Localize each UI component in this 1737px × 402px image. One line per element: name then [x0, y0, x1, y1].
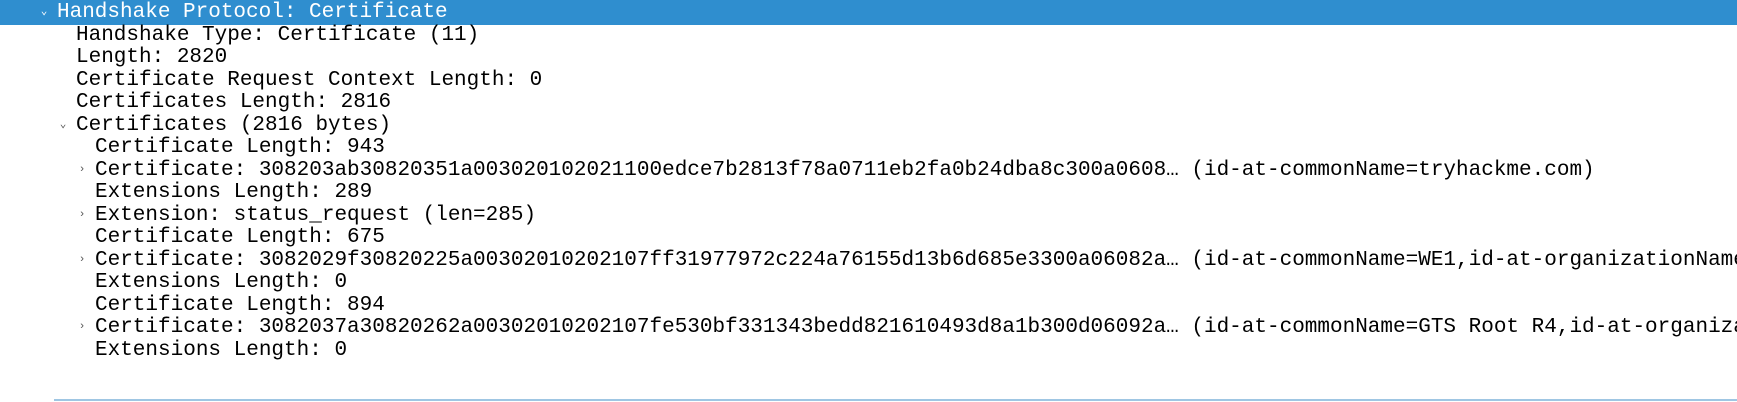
- tree-row-label: Certificates (2816 bytes): [76, 113, 392, 137]
- tree-row-certificates[interactable]: ⌄ Certificates (2816 bytes): [0, 113, 1737, 138]
- tree-row-request-context-length[interactable]: Certificate Request Context Length: 0: [0, 68, 1737, 93]
- packet-details-tree: ⌄ Handshake Protocol: Certificate Handsh…: [0, 0, 1737, 402]
- tree-row-label: Certificates Length: 2816: [76, 91, 392, 114]
- chevron-right-icon[interactable]: ›: [76, 315, 88, 340]
- tree-row-extensions-length[interactable]: Extensions Length: 0: [0, 270, 1737, 295]
- chevron-right-icon[interactable]: ›: [76, 248, 88, 273]
- tree-row-extension[interactable]: › Extension: status_request (len=285): [0, 203, 1737, 228]
- tree-row-label: Certificate: 3082037a30820262a0030201020…: [95, 316, 1737, 339]
- tree-row-extensions-length[interactable]: Extensions Length: 0: [0, 338, 1737, 363]
- tree-row-handshake-protocol[interactable]: ⌄ Handshake Protocol: Certificate: [0, 0, 1737, 25]
- tree-row-label: Certificate: 3082029f30820225a0030201020…: [95, 248, 1737, 272]
- tree-row-label: Extensions Length: 0: [95, 338, 348, 362]
- tree-row-label: Extensions Length: 0: [95, 271, 348, 294]
- tree-row-certificates-length[interactable]: Certificates Length: 2816: [0, 90, 1737, 115]
- tree-row-extensions-length[interactable]: Extensions Length: 289: [0, 180, 1737, 205]
- tree-row-certificate-length[interactable]: Certificate Length: 675: [0, 225, 1737, 250]
- tree-row-label: Certificate Length: 894: [95, 293, 385, 317]
- tree-row-certificate-length[interactable]: Certificate Length: 894: [0, 293, 1737, 318]
- tree-row-label: Length: 2820: [76, 46, 228, 69]
- tree-row-certificate[interactable]: › Certificate: 308203ab30820351a00302010…: [0, 158, 1737, 183]
- tree-row-certificate[interactable]: › Certificate: 3082029f30820225a00302010…: [0, 248, 1737, 273]
- tree-row-label: Extensions Length: 289: [95, 181, 373, 204]
- tree-row-handshake-type[interactable]: Handshake Type: Certificate (11): [0, 23, 1737, 48]
- tree-row-length[interactable]: Length: 2820: [0, 45, 1737, 70]
- chevron-down-icon[interactable]: ⌄: [57, 113, 69, 138]
- tree-row-label: Extension: status_request (len=285): [95, 203, 537, 227]
- tree-row-label: Handshake Type: Certificate (11): [76, 23, 480, 47]
- chevron-down-icon[interactable]: ⌄: [38, 0, 50, 25]
- tree-row-label: Certificate Length: 675: [95, 226, 385, 249]
- tree-row-label: Certificate Length: 943: [95, 136, 385, 159]
- chevron-right-icon[interactable]: ›: [76, 158, 88, 183]
- tree-row-certificate-length[interactable]: Certificate Length: 943: [0, 135, 1737, 160]
- pane-divider: [54, 399, 1737, 401]
- chevron-right-icon[interactable]: ›: [76, 203, 88, 228]
- tree-row-certificate[interactable]: › Certificate: 3082037a30820262a00302010…: [0, 315, 1737, 340]
- tree-row-label: Certificate Request Context Length: 0: [76, 68, 543, 92]
- tree-row-label: Certificate: 308203ab30820351a0030201020…: [95, 158, 1595, 182]
- tree-row-label: Handshake Protocol: Certificate: [57, 1, 448, 24]
